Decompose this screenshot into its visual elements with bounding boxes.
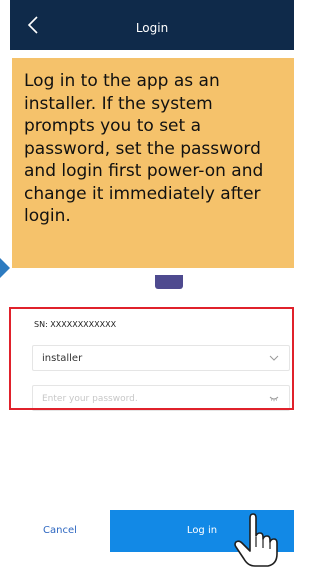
cancel-button[interactable]: Cancel bbox=[10, 510, 110, 552]
top-bar: Login bbox=[10, 0, 294, 50]
hand-pointer-icon bbox=[234, 513, 278, 567]
logo-tab bbox=[155, 275, 183, 289]
page-title: Login bbox=[135, 21, 169, 35]
instruction-callout: Log in to the app as an installer. If th… bbox=[12, 58, 294, 268]
highlight-frame bbox=[9, 307, 294, 410]
callout-arrow bbox=[0, 258, 10, 278]
